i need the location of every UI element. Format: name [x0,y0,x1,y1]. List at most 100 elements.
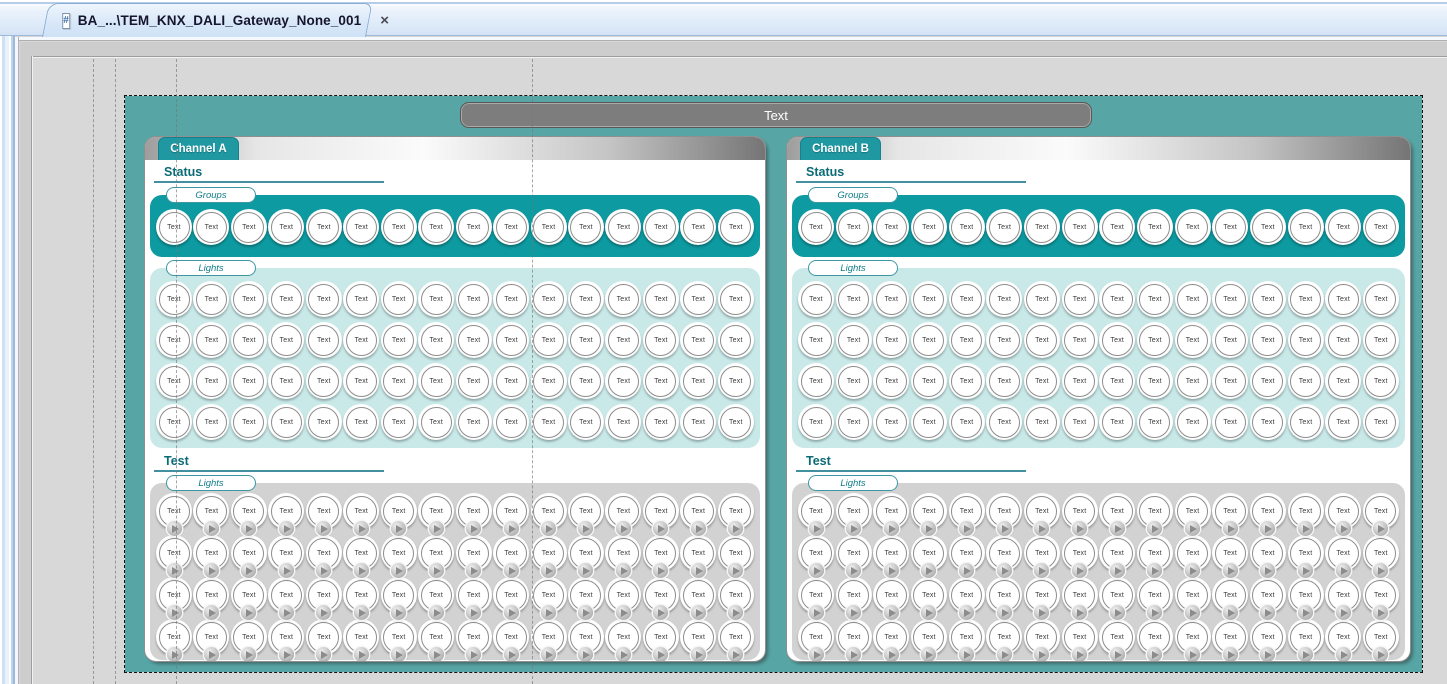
group-button[interactable]: Text [231,209,267,245]
light-button[interactable]: Text [156,363,192,399]
group-button[interactable]: Text [836,209,872,245]
test-light-button[interactable]: Text [531,493,567,529]
document-tab[interactable]: # BA_...\TEM_KNX_DALI_Gateway_None_001 × [42,3,373,37]
close-icon[interactable]: × [377,12,392,29]
test-light-button[interactable]: Text [643,619,679,655]
light-button[interactable]: Text [718,281,754,317]
light-button[interactable]: Text [531,404,567,440]
test-light-button[interactable]: Text [680,577,716,613]
light-button[interactable]: Text [836,322,872,358]
test-light-button[interactable]: Text [568,535,604,571]
group-button[interactable]: Text [1175,209,1211,245]
test-light-button[interactable]: Text [456,493,492,529]
light-button[interactable]: Text [456,281,492,317]
light-button[interactable]: Text [873,363,909,399]
light-button[interactable]: Text [456,322,492,358]
light-button[interactable]: Text [1325,363,1361,399]
light-button[interactable]: Text [381,404,417,440]
light-button[interactable]: Text [231,404,267,440]
light-button[interactable]: Text [1024,281,1060,317]
test-light-button[interactable]: Text [718,577,754,613]
test-light-button[interactable]: Text [381,577,417,613]
light-button[interactable]: Text [568,281,604,317]
test-light-button[interactable]: Text [418,493,454,529]
light-button[interactable]: Text [568,363,604,399]
test-light-button[interactable]: Text [1062,577,1098,613]
light-button[interactable]: Text [343,322,379,358]
group-button[interactable]: Text [1137,209,1173,245]
test-light-button[interactable]: Text [798,619,834,655]
test-light-button[interactable]: Text [1363,535,1399,571]
test-light-button[interactable]: Text [1212,619,1248,655]
light-button[interactable]: Text [949,322,985,358]
test-light-button[interactable]: Text [949,535,985,571]
light-button[interactable]: Text [456,404,492,440]
test-light-button[interactable]: Text [1024,577,1060,613]
test-light-button[interactable]: Text [1212,535,1248,571]
test-light-button[interactable]: Text [381,619,417,655]
group-button[interactable]: Text [268,209,304,245]
group-button[interactable]: Text [949,209,985,245]
light-button[interactable]: Text [1288,322,1324,358]
test-light-button[interactable]: Text [1212,577,1248,613]
light-button[interactable]: Text [156,322,192,358]
light-button[interactable]: Text [911,363,947,399]
light-button[interactable]: Text [643,363,679,399]
test-light-button[interactable]: Text [456,619,492,655]
light-button[interactable]: Text [1062,404,1098,440]
light-button[interactable]: Text [306,322,342,358]
light-button[interactable]: Text [1363,363,1399,399]
test-light-button[interactable]: Text [343,577,379,613]
group-button[interactable]: Text [1099,209,1135,245]
test-light-button[interactable]: Text [531,619,567,655]
test-light-button[interactable]: Text [1288,577,1324,613]
test-light-button[interactable]: Text [1137,577,1173,613]
light-button[interactable]: Text [1137,363,1173,399]
test-light-button[interactable]: Text [873,535,909,571]
test-light-button[interactable]: Text [949,577,985,613]
light-button[interactable]: Text [1212,404,1248,440]
light-button[interactable]: Text [1325,281,1361,317]
test-light-button[interactable]: Text [231,535,267,571]
test-light-button[interactable]: Text [193,493,229,529]
light-button[interactable]: Text [836,404,872,440]
test-light-button[interactable]: Text [568,619,604,655]
test-light-button[interactable]: Text [493,619,529,655]
light-button[interactable]: Text [1363,322,1399,358]
light-button[interactable]: Text [873,404,909,440]
light-button[interactable]: Text [1099,281,1135,317]
light-button[interactable]: Text [643,281,679,317]
light-button[interactable]: Text [418,322,454,358]
test-light-button[interactable]: Text [836,493,872,529]
test-light-button[interactable]: Text [306,493,342,529]
light-button[interactable]: Text [381,322,417,358]
group-button[interactable]: Text [156,209,192,245]
light-button[interactable]: Text [798,404,834,440]
test-light-button[interactable]: Text [231,577,267,613]
group-button[interactable]: Text [531,209,567,245]
light-button[interactable]: Text [493,404,529,440]
channel-a-tab[interactable]: Channel A [158,137,239,160]
test-light-button[interactable]: Text [231,619,267,655]
test-light-button[interactable]: Text [1062,535,1098,571]
light-button[interactable]: Text [1288,363,1324,399]
light-button[interactable]: Text [798,363,834,399]
light-button[interactable]: Text [193,281,229,317]
light-button[interactable]: Text [531,322,567,358]
light-button[interactable]: Text [1250,322,1286,358]
test-light-button[interactable]: Text [1024,493,1060,529]
light-button[interactable]: Text [986,322,1022,358]
test-light-button[interactable]: Text [798,577,834,613]
group-button[interactable]: Text [193,209,229,245]
light-button[interactable]: Text [343,281,379,317]
test-light-button[interactable]: Text [1099,493,1135,529]
test-light-button[interactable]: Text [718,493,754,529]
light-button[interactable]: Text [1175,363,1211,399]
group-button[interactable]: Text [911,209,947,245]
channel-b-panel[interactable]: Channel B Status Groups TextTextTextText… [787,137,1410,661]
test-light-button[interactable]: Text [1250,535,1286,571]
test-light-button[interactable]: Text [605,493,641,529]
light-button[interactable]: Text [1062,322,1098,358]
light-button[interactable]: Text [193,404,229,440]
light-button[interactable]: Text [343,404,379,440]
